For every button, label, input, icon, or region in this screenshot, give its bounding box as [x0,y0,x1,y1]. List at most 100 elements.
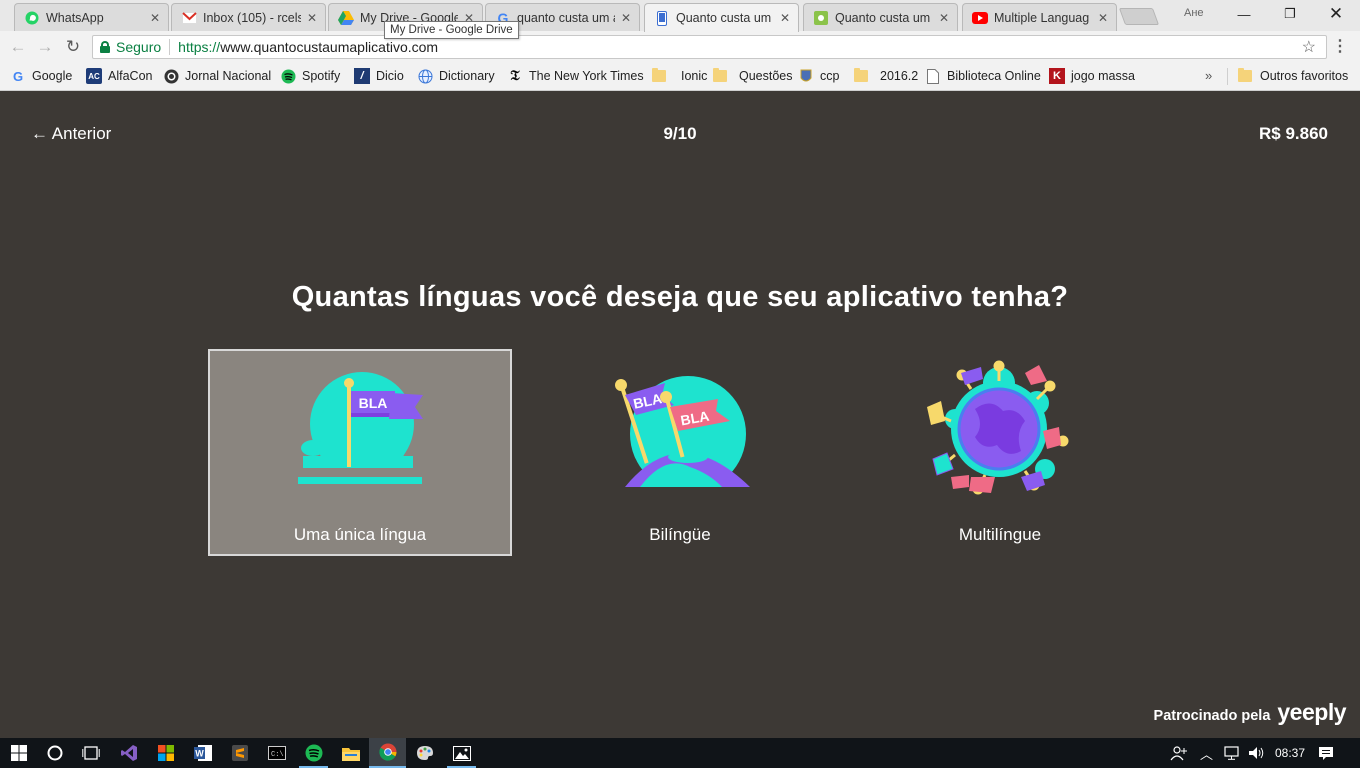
bookmark-2016-2[interactable]: 2016.2 [853,68,918,84]
office-apps-icon[interactable] [147,738,184,768]
option-label: Uma única língua [293,525,427,544]
bookmark-dicio[interactable]: / Dicio [354,68,404,84]
tab-title: Inbox (105) - rcels [203,10,301,25]
folder-icon [712,68,728,84]
green-app-icon [813,10,829,26]
tab-tooltip: My Drive - Google Drive [384,21,519,39]
close-icon[interactable]: ✕ [937,11,951,25]
option-single-language[interactable]: BLA Uma única língua [208,349,512,556]
word-icon[interactable]: W [184,738,221,768]
bookmark-label: Biblioteca Online [947,69,1041,83]
alfacon-icon: AC [86,68,102,84]
yeeply-logo[interactable]: yeeply [1277,699,1346,726]
close-icon[interactable]: ✕ [619,11,633,25]
windows-start-icon[interactable] [0,738,37,768]
clock[interactable]: 08:37 [1275,738,1305,768]
bookmark-biblioteca[interactable]: Biblioteca Online [925,68,1041,84]
profile-name[interactable]: Ане [1184,7,1204,19]
tab-whatsapp[interactable]: WhatsApp ✕ [14,3,169,31]
people-icon[interactable] [1170,738,1188,768]
close-icon[interactable]: ✕ [778,11,792,25]
photos-icon[interactable] [443,738,480,768]
reload-icon[interactable]: ↻ [62,36,84,58]
paint-icon[interactable] [406,738,443,768]
bookmark-label: AlfaCon [108,69,153,83]
bookmark-ionic[interactable]: Ionic [651,68,707,84]
bookmark-other[interactable]: Outros favoritos [1237,68,1348,84]
option-multilingual[interactable]: Multilíngue [848,349,1152,556]
tab-quanto-custa-active[interactable]: Quanto custa um a ✕ [644,3,799,32]
bookmark-label: ccp [820,69,840,83]
chrome-menu-icon[interactable]: ⋮ [1332,36,1348,56]
bookmark-jornal-nacional[interactable]: Jornal Nacional [163,68,271,84]
close-icon[interactable]: ✕ [305,11,319,25]
tab-title: Quanto custa um a [835,10,933,25]
bilingual-illustration: BLA BLA [610,376,750,499]
volume-icon[interactable] [1248,738,1266,768]
folder-icon [1237,68,1253,84]
tab-quanto-custa-2[interactable]: Quanto custa um a ✕ [803,3,958,31]
bookmark-label: Jornal Nacional [185,69,272,83]
youtube-icon [972,10,988,26]
bookmarks-overflow-icon[interactable]: » [1205,68,1212,83]
svg-text:C:\: C:\ [271,751,284,759]
bookmark-ccp[interactable]: ccp [798,68,839,84]
back-arrow-icon[interactable]: ← [7,36,29,58]
close-icon[interactable]: ✕ [1096,11,1110,25]
bookmark-alfacon[interactable]: AC AlfaCon [86,68,152,84]
command-prompt-icon[interactable]: C:\ [258,738,295,768]
flag-text: BLA [359,395,388,411]
sublime-text-icon[interactable] [221,738,258,768]
close-icon[interactable]: ✕ [148,11,162,25]
cortana-icon[interactable] [36,738,73,768]
security-label: Seguro [116,39,162,55]
bookmark-nyt[interactable]: 𝔗 The New York Times [507,68,644,84]
tray-chevron-up-icon[interactable]: ︿ [1200,738,1213,768]
bookmark-label: Dicio [376,69,404,83]
forward-arrow-icon[interactable]: → [34,36,56,58]
browser-toolbar: ← → ↻ Seguro https:// www.quantocustauma… [0,31,1360,63]
tab-youtube[interactable]: Multiple Languag ✕ [962,3,1117,31]
bookmark-star-icon[interactable]: ☆ [1302,37,1316,57]
lock-icon [100,41,110,53]
network-icon[interactable] [1224,738,1241,768]
file-explorer-icon[interactable] [332,738,369,768]
new-tab-button[interactable] [1118,8,1160,25]
globo-icon [163,68,179,84]
google-icon: G [12,68,24,84]
browser-tab-strip: WhatsApp ✕ Inbox (105) - rcels ✕ My Driv… [0,0,1360,32]
visual-studio-icon[interactable] [110,738,147,768]
windows-taskbar: W C:\ ︿ 08:37 [0,738,1360,768]
task-view-icon[interactable] [72,738,109,768]
window-close-icon[interactable]: ✕ [1313,0,1359,28]
tab-title: Quanto custa um a [676,11,774,25]
spotify-taskbar-icon[interactable] [295,738,332,768]
restore-icon[interactable]: ❐ [1267,0,1313,28]
emblem-icon [798,68,814,84]
tab-title: WhatsApp [46,10,104,25]
multilingual-illustration [927,360,1069,495]
google-drive-icon [338,10,354,26]
action-center-icon[interactable] [1318,738,1334,768]
chrome-taskbar-icon[interactable] [369,738,406,768]
option-label: Bilíngüe [649,525,711,544]
minimize-icon[interactable]: — [1221,0,1267,28]
folder-icon [651,68,667,84]
bookmark-jogo-massa[interactable]: K jogo massa [1049,68,1135,84]
dicio-icon: / [354,68,370,84]
nyt-icon: 𝔗 [510,68,520,84]
bookmark-spotify[interactable]: Spotify [280,68,340,84]
address-bar[interactable]: Seguro https:// www.quantocustaumaplicat… [92,35,1327,59]
folder-icon [853,68,869,84]
step-progress: 9/10 [663,124,697,143]
single-flag-illustration: BLA [295,372,425,491]
bookmark-dictionary[interactable]: Dictionary [417,68,495,84]
bookmark-label: Questões [739,69,793,83]
bookmark-google[interactable]: G Google [10,68,72,84]
tab-gmail[interactable]: Inbox (105) - rcels ✕ [171,3,326,31]
url-host: www.quantocustaumaplicativo.com [220,39,439,55]
bookmark-label: The New York Times [529,69,644,83]
bookmark-label: Outros favoritos [1260,69,1349,83]
option-bilingual[interactable]: BLA BLA Bilíngüe [528,349,832,556]
bookmark-questoes[interactable]: Questões [712,68,793,84]
